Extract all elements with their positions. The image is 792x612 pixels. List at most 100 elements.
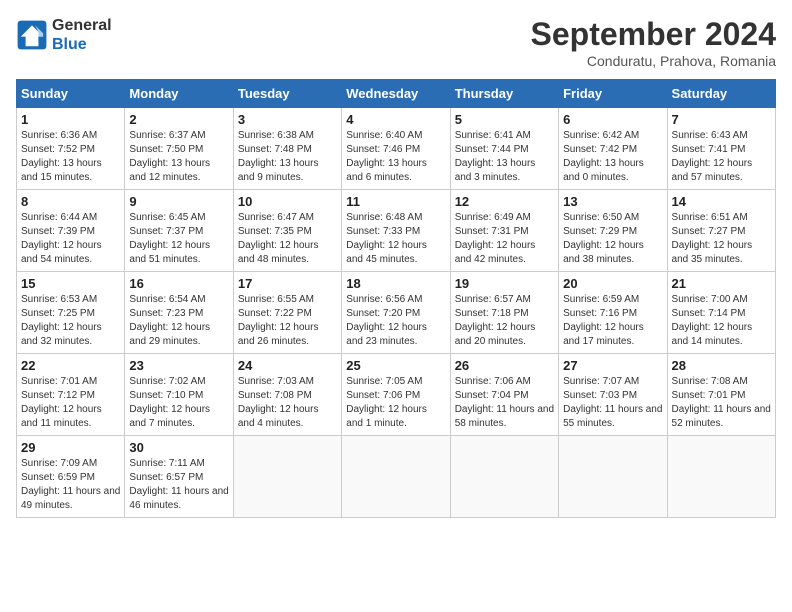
calendar-cell: 29 Sunrise: 7:09 AMSunset: 6:59 PMDayligh… [17,436,125,518]
calendar-cell [450,436,558,518]
day-number: 7 [672,112,771,127]
calendar-cell: 24 Sunrise: 7:03 AMSunset: 7:08 PMDayligh… [233,354,341,436]
day-number: 20 [563,276,662,291]
title-area: September 2024 Conduratu, Prahova, Roman… [531,16,776,69]
day-detail: Sunrise: 7:07 AMSunset: 7:03 PMDaylight:… [563,375,662,431]
day-number: 12 [455,194,554,209]
day-number: 26 [455,358,554,373]
calendar-cell: 26 Sunrise: 7:06 AMSunset: 7:04 PMDayligh… [450,354,558,436]
day-detail: Sunrise: 6:54 AMSunset: 7:23 PMDaylight:… [129,293,228,349]
day-number: 10 [238,194,337,209]
calendar-cell: 17 Sunrise: 6:55 AMSunset: 7:22 PMDayligh… [233,272,341,354]
day-detail: Sunrise: 7:08 AMSunset: 7:01 PMDaylight:… [672,375,771,431]
calendar-cell: 4 Sunrise: 6:40 AMSunset: 7:46 PMDaylight… [342,108,450,190]
day-detail: Sunrise: 7:09 AMSunset: 6:59 PMDaylight:… [21,457,120,513]
calendar-cell: 5 Sunrise: 6:41 AMSunset: 7:44 PMDaylight… [450,108,558,190]
day-detail: Sunrise: 6:59 AMSunset: 7:16 PMDaylight:… [563,293,662,349]
day-detail: Sunrise: 7:11 AMSunset: 6:57 PMDaylight:… [129,457,228,513]
calendar-cell: 9Sunrise: 6:45 AMSunset: 7:37 PMDaylight… [125,190,233,272]
logo: General Blue [16,16,112,54]
day-number: 14 [672,194,771,209]
day-number: 13 [563,194,662,209]
day-detail: Sunrise: 7:01 AMSunset: 7:12 PMDaylight:… [21,375,120,431]
day-detail: Sunrise: 6:55 AMSunset: 7:22 PMDaylight:… [238,293,337,349]
weekday-header-wednesday: Wednesday [342,80,450,108]
calendar-cell: 30 Sunrise: 7:11 AMSunset: 6:57 PMDayligh… [125,436,233,518]
calendar-table: SundayMondayTuesdayWednesdayThursdayFrid… [16,79,776,518]
day-detail: Sunrise: 6:38 AMSunset: 7:48 PMDaylight:… [238,129,337,185]
day-number: 22 [21,358,120,373]
day-detail: Sunrise: 7:02 AMSunset: 7:10 PMDaylight:… [129,375,228,431]
day-number: 1 [21,112,120,127]
day-number: 2 [129,112,228,127]
day-detail: Sunrise: 6:56 AMSunset: 7:20 PMDaylight:… [346,293,445,349]
day-detail: Sunrise: 7:03 AMSunset: 7:08 PMDaylight:… [238,375,337,431]
calendar-cell: 16Sunrise: 6:54 AMSunset: 7:23 PMDayligh… [125,272,233,354]
calendar-cell: 11 Sunrise: 6:48 AMSunset: 7:33 PMDayligh… [342,190,450,272]
calendar-cell: 8Sunrise: 6:44 AMSunset: 7:39 PMDaylight… [17,190,125,272]
day-number: 24 [238,358,337,373]
calendar-cell [233,436,341,518]
calendar-cell: 2 Sunrise: 6:37 AMSunset: 7:50 PMDaylight… [125,108,233,190]
day-number: 19 [455,276,554,291]
day-number: 27 [563,358,662,373]
calendar-week-row: 15 Sunrise: 6:53 AMSunset: 7:25 PMDayligh… [17,272,776,354]
calendar-cell: 12 Sunrise: 6:49 AMSunset: 7:31 PMDayligh… [450,190,558,272]
calendar-week-row: 1Sunrise: 6:36 AMSunset: 7:52 PMDaylight… [17,108,776,190]
logo-text-line2: Blue [52,35,112,54]
weekday-header-thursday: Thursday [450,80,558,108]
day-number: 18 [346,276,445,291]
day-number: 15 [21,276,120,291]
location-subtitle: Conduratu, Prahova, Romania [531,53,776,69]
calendar-week-row: 8Sunrise: 6:44 AMSunset: 7:39 PMDaylight… [17,190,776,272]
day-detail: Sunrise: 6:53 AMSunset: 7:25 PMDaylight:… [21,293,120,349]
day-number: 21 [672,276,771,291]
day-detail: Sunrise: 6:57 AMSunset: 7:18 PMDaylight:… [455,293,554,349]
weekday-header-row: SundayMondayTuesdayWednesdayThursdayFrid… [17,80,776,108]
day-number: 23 [129,358,228,373]
day-detail: Sunrise: 7:00 AMSunset: 7:14 PMDaylight:… [672,293,771,349]
day-number: 28 [672,358,771,373]
day-number: 25 [346,358,445,373]
day-detail: Sunrise: 6:40 AMSunset: 7:46 PMDaylight:… [346,129,445,185]
calendar-week-row: 29 Sunrise: 7:09 AMSunset: 6:59 PMDayligh… [17,436,776,518]
day-number: 6 [563,112,662,127]
day-detail: Sunrise: 6:37 AMSunset: 7:50 PMDaylight:… [129,129,228,185]
day-detail: Sunrise: 6:41 AMSunset: 7:44 PMDaylight:… [455,129,554,185]
calendar-cell: 18 Sunrise: 6:56 AMSunset: 7:20 PMDayligh… [342,272,450,354]
day-number: 9 [129,194,228,209]
header: General Blue September 2024 Conduratu, P… [16,16,776,69]
calendar-cell: 7Sunrise: 6:43 AMSunset: 7:41 PMDaylight… [667,108,775,190]
weekday-header-tuesday: Tuesday [233,80,341,108]
day-number: 17 [238,276,337,291]
day-detail: Sunrise: 6:49 AMSunset: 7:31 PMDaylight:… [455,211,554,267]
day-number: 4 [346,112,445,127]
calendar-cell: 14 Sunrise: 6:51 AMSunset: 7:27 PMDayligh… [667,190,775,272]
calendar-cell: 6 Sunrise: 6:42 AMSunset: 7:42 PMDaylight… [559,108,667,190]
day-detail: Sunrise: 6:47 AMSunset: 7:35 PMDaylight:… [238,211,337,267]
day-number: 8 [21,194,120,209]
weekday-header-monday: Monday [125,80,233,108]
logo-icon [16,19,48,51]
weekday-header-friday: Friday [559,80,667,108]
calendar-cell: 27 Sunrise: 7:07 AMSunset: 7:03 PMDayligh… [559,354,667,436]
calendar-cell: 25Sunrise: 7:05 AMSunset: 7:06 PMDayligh… [342,354,450,436]
day-number: 5 [455,112,554,127]
calendar-cell: 21 Sunrise: 7:00 AMSunset: 7:14 PMDayligh… [667,272,775,354]
day-number: 11 [346,194,445,209]
calendar-cell: 28 Sunrise: 7:08 AMSunset: 7:01 PMDayligh… [667,354,775,436]
calendar-cell: 15 Sunrise: 6:53 AMSunset: 7:25 PMDayligh… [17,272,125,354]
day-detail: Sunrise: 7:06 AMSunset: 7:04 PMDaylight:… [455,375,554,431]
day-number: 29 [21,440,120,455]
calendar-cell [342,436,450,518]
day-number: 30 [129,440,228,455]
calendar-cell: 19 Sunrise: 6:57 AMSunset: 7:18 PMDayligh… [450,272,558,354]
day-detail: Sunrise: 6:48 AMSunset: 7:33 PMDaylight:… [346,211,445,267]
calendar-cell: 13Sunrise: 6:50 AMSunset: 7:29 PMDayligh… [559,190,667,272]
day-number: 3 [238,112,337,127]
calendar-cell: 1Sunrise: 6:36 AMSunset: 7:52 PMDaylight… [17,108,125,190]
day-detail: Sunrise: 6:42 AMSunset: 7:42 PMDaylight:… [563,129,662,185]
calendar-cell: 10 Sunrise: 6:47 AMSunset: 7:35 PMDayligh… [233,190,341,272]
weekday-header-saturday: Saturday [667,80,775,108]
day-detail: Sunrise: 6:51 AMSunset: 7:27 PMDaylight:… [672,211,771,267]
